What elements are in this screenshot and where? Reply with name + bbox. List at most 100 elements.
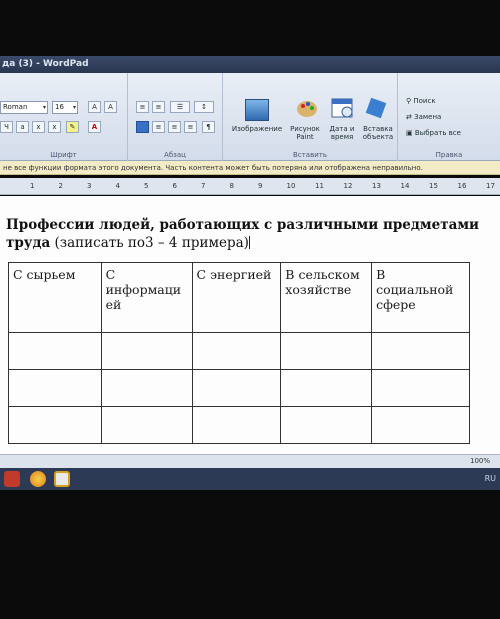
- professions-table: С сырьем С информаци ей С энергией В сел…: [8, 262, 470, 444]
- line-spacing-button[interactable]: ↕: [194, 101, 214, 113]
- app-icon[interactable]: [4, 471, 20, 487]
- font-size-select[interactable]: 16 ▾: [52, 101, 78, 114]
- superscript-button[interactable]: x: [48, 121, 61, 133]
- format-warning-bar: не все функции формата этого документа. …: [0, 161, 500, 175]
- underline-button[interactable]: Ч: [0, 121, 13, 133]
- insert-group: Изображение Рисунок Paint Дата и время В…: [223, 73, 398, 161]
- insert-object-icon[interactable]: [365, 97, 389, 119]
- format-warning-text: не все функции формата этого документа. …: [3, 164, 423, 172]
- text-color-button[interactable]: A: [88, 121, 101, 133]
- ruler-tick-label: 7: [201, 182, 206, 190]
- align-left-button[interactable]: [136, 121, 149, 133]
- object-label: Вставка объекта: [362, 125, 394, 141]
- align-center-button[interactable]: ≡: [152, 121, 165, 133]
- align-right-button[interactable]: ≡: [168, 121, 181, 133]
- justify-button[interactable]: ≡: [184, 121, 197, 133]
- shrink-font-button[interactable]: A: [104, 101, 117, 113]
- ruler-tick-label: 15: [429, 182, 438, 190]
- grow-font-button[interactable]: A: [88, 101, 101, 113]
- subscript-button[interactable]: x: [32, 121, 45, 133]
- zoom-level[interactable]: 100%: [470, 457, 490, 465]
- table-cell[interactable]: [280, 369, 373, 407]
- document-area[interactable]: Профессии людей, работающих с различными…: [0, 196, 500, 454]
- table-cell[interactable]: [371, 369, 470, 407]
- table-cell[interactable]: [8, 406, 102, 444]
- table-cell[interactable]: [280, 406, 373, 444]
- table-header-cell[interactable]: В сельском хозяйстве: [280, 262, 373, 333]
- select-all-icon: ▣: [406, 129, 413, 137]
- picture-icon[interactable]: [245, 99, 269, 121]
- table-header-cell[interactable]: С информаци ей: [100, 262, 193, 333]
- table-cell[interactable]: [191, 406, 282, 444]
- language-indicator[interactable]: RU: [485, 474, 496, 483]
- table-cell[interactable]: [191, 332, 282, 370]
- title-bar: да (3) - WordPad: [0, 56, 500, 73]
- wordpad-icon[interactable]: [54, 471, 70, 487]
- status-bar: 100%: [0, 454, 500, 468]
- table-cell[interactable]: [8, 369, 102, 407]
- table-header-cell[interactable]: С сырьем: [8, 262, 102, 333]
- picture-label: Изображение: [231, 125, 283, 133]
- taskbar: RU: [0, 468, 500, 490]
- ruler-tick-label: 4: [115, 182, 120, 190]
- insert-group-label: Вставить: [293, 151, 327, 159]
- paragraph-settings-button[interactable]: ¶: [202, 121, 215, 133]
- decrease-indent-button[interactable]: ≡: [136, 101, 149, 113]
- table-row: [8, 369, 470, 407]
- edit-group-label: Правка: [435, 151, 463, 159]
- font-group-label: Шрифт: [50, 151, 77, 159]
- table-cell[interactable]: [8, 332, 102, 370]
- table-cell[interactable]: [371, 406, 470, 444]
- find-button[interactable]: ⚲ Поиск: [406, 97, 436, 105]
- ruler-tick-label: 17: [486, 182, 495, 190]
- table-cell[interactable]: [280, 332, 373, 370]
- chevron-down-icon: ▾: [42, 104, 46, 111]
- find-label: Поиск: [413, 97, 436, 105]
- table-row: [8, 406, 470, 444]
- ruler-tick-label: 8: [229, 182, 234, 190]
- ruler-tick-label: 12: [343, 182, 353, 190]
- replace-button[interactable]: ⇄ Замена: [406, 113, 441, 121]
- select-all-label: Выбрать все: [414, 129, 461, 137]
- ruler-tick-label: 2: [58, 182, 63, 190]
- table-header-cell[interactable]: С энергией: [191, 262, 282, 333]
- calendar-icon[interactable]: [331, 97, 355, 119]
- replace-icon: ⇄: [406, 113, 412, 121]
- paint-label: Рисунок Paint: [290, 125, 320, 141]
- table-header-row: С сырьем С информаци ей С энергией В сел…: [8, 262, 470, 333]
- chevron-down-icon: ▾: [72, 104, 76, 111]
- font-name-select[interactable]: Roman ▾: [0, 101, 48, 114]
- increase-indent-button[interactable]: ≡: [152, 101, 165, 113]
- strikethrough-button[interactable]: a: [16, 121, 29, 133]
- ruler-tick-label: 3: [87, 182, 92, 190]
- font-name-value: Roman: [3, 103, 28, 111]
- ruler-tick-label: 16: [457, 182, 467, 190]
- ruler-tick-label: 5: [144, 182, 149, 190]
- font-group: Roman ▾ 16 ▾ A A Ч a x x ✎ A Шрифт: [0, 73, 128, 161]
- ruler[interactable]: 1 2 3 4 5 6 7 8 9 10 11 12 13 14 15 16 17: [0, 178, 500, 195]
- replace-label: Замена: [414, 113, 442, 121]
- browser-icon[interactable]: [30, 471, 46, 487]
- ruler-tick-label: 14: [400, 182, 410, 190]
- paragraph-group: ≡ ≡ ☰ ↕ ≡ ≡ ≡ ¶ Абзац: [128, 73, 223, 161]
- font-size-value: 16: [55, 103, 64, 111]
- select-all-button[interactable]: ▣ Выбрать все: [406, 129, 461, 137]
- table-cell[interactable]: [100, 406, 193, 444]
- ruler-tick-label: 10: [286, 182, 296, 190]
- list-button[interactable]: ☰: [170, 101, 190, 113]
- paragraph-group-label: Абзац: [164, 151, 186, 159]
- table-cell[interactable]: [100, 332, 193, 370]
- datetime-label: Дата и время: [329, 125, 355, 141]
- highlight-color-button[interactable]: ✎: [66, 121, 79, 133]
- table-cell[interactable]: [191, 369, 282, 407]
- heading-normal-text: (записать по3 – 4 примера): [50, 235, 249, 251]
- binoculars-icon: ⚲: [406, 97, 412, 105]
- document-heading: Профессии людей, работающих с различными…: [6, 216, 486, 252]
- text-cursor: [248, 236, 250, 249]
- table-cell[interactable]: [371, 332, 470, 370]
- table-header-cell[interactable]: В социальной сфере: [371, 262, 470, 333]
- paint-icon[interactable]: [295, 97, 319, 119]
- ribbon: Roman ▾ 16 ▾ A A Ч a x x ✎ A Шрифт ≡ ≡ ☰…: [0, 73, 500, 161]
- ruler-tick-label: 6: [172, 182, 177, 190]
- table-cell[interactable]: [100, 369, 193, 407]
